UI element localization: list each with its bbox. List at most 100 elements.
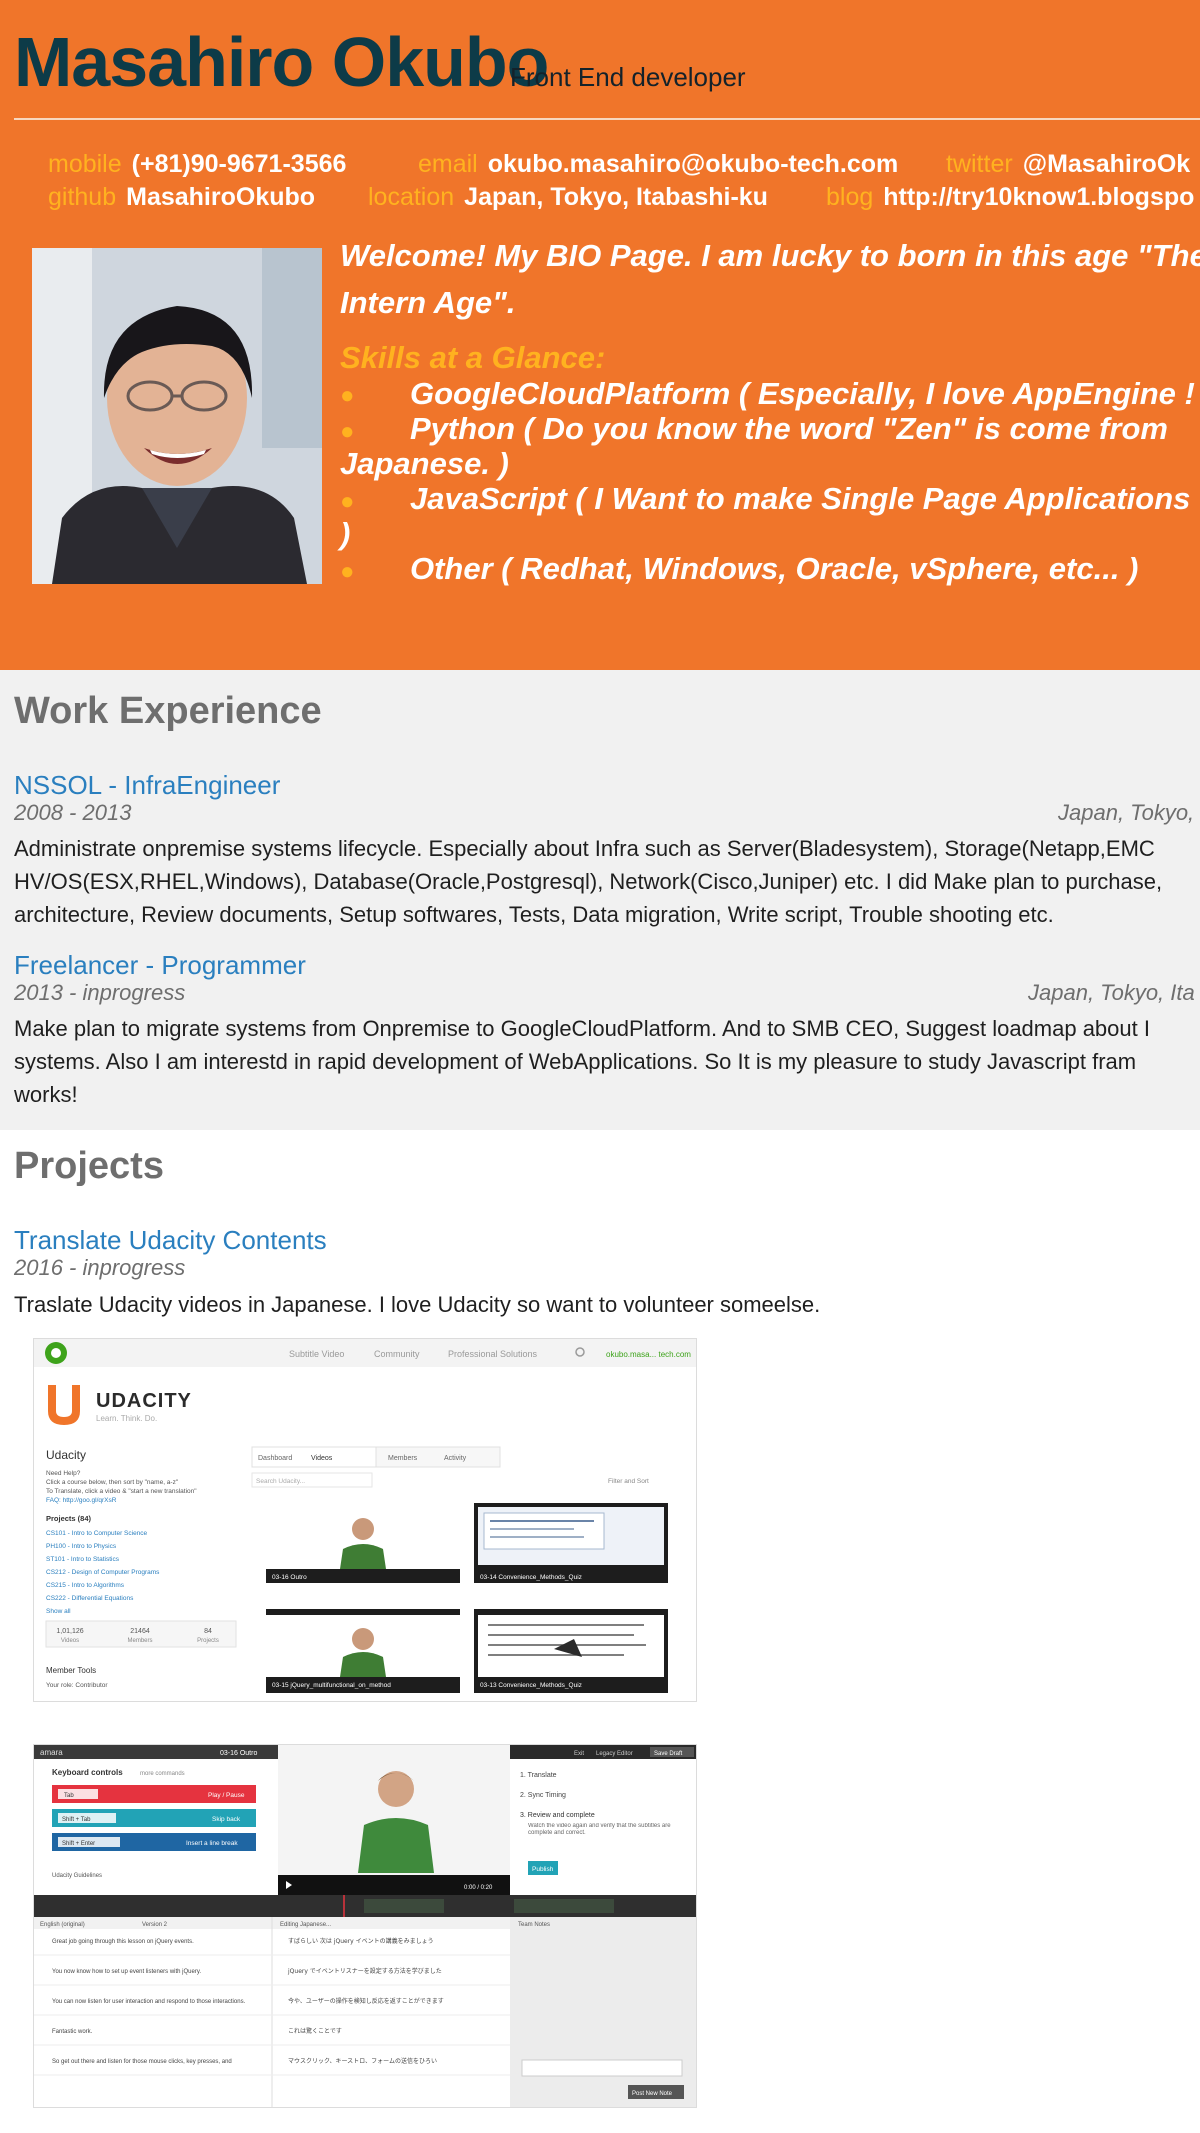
review-instructions: Watch the video again and verify that th…: [528, 1823, 671, 1836]
course-link: CS222 - Differential Equations: [46, 1595, 134, 1602]
github-link[interactable]: MasahiroOkubo: [126, 183, 315, 211]
filter-dropdown: Filter and Sort: [608, 1478, 649, 1485]
svg-text:You now know how to set up eve: You now know how to set up event listene…: [52, 1969, 201, 1975]
search-input: Search Udacity...: [256, 1478, 305, 1485]
job-description: Make plan to migrate systems from Onprem…: [14, 1012, 1200, 1111]
svg-text:Legacy Editor: Legacy Editor: [596, 1751, 633, 1757]
amara-editor-screenshot[interactable]: amara 03-16 Outro Keyboard controls more…: [33, 1744, 697, 2108]
publish-button: Publish: [532, 1866, 554, 1873]
twitter-link[interactable]: @MasahiroOk: [1023, 150, 1190, 178]
video-thumb-title: 03-13 Convenience_Methods_Quiz: [480, 1682, 582, 1689]
team-name: Udacity: [46, 1448, 86, 1462]
svg-text:So get out there and listen fo: So get out there and listen for those mo…: [52, 2059, 232, 2065]
svg-text:マウスクリック、キーストロ、フォームの送信をひろい: マウスクリック、キーストロ、フォームの送信をひろい: [288, 2057, 437, 2065]
udacity-team-screenshot[interactable]: Subtitle Video Community Professional So…: [33, 1338, 697, 1702]
svg-text:これは驚くことです: これは驚くことです: [288, 2027, 342, 2035]
svg-text:Insert a line break: Insert a line break: [186, 1840, 238, 1847]
course-link: PH100 - Intro to Physics: [46, 1543, 117, 1550]
screenshot-canvas: amara 03-16 Outro Keyboard controls more…: [34, 1745, 696, 2107]
svg-text:すばらしい 次は jQuery イベントの講義をみましょう: すばらしい 次は jQuery イベントの講義をみましょう: [288, 1937, 434, 1945]
svg-text:84: 84: [204, 1628, 212, 1635]
svg-text:Play / Pause: Play / Pause: [208, 1792, 245, 1799]
tab-members: Members: [388, 1455, 418, 1462]
skill-item: JavaScript ( I Want to make Single Page …: [410, 481, 1191, 516]
course-link: CS101 - Intro to Computer Science: [46, 1530, 148, 1537]
tab-dashboard: Dashboard: [258, 1455, 292, 1462]
svg-text:Click a course below, then sor: Click a course below, then sort by "name…: [46, 1479, 179, 1486]
save-draft-button: Save Draft: [654, 1751, 683, 1757]
project-description: Traslate Udacity videos in Japanese. I l…: [14, 1292, 821, 1317]
desc-line: HV/OS(ESX,RHEL,Windows), Database(Oracle…: [14, 869, 1163, 894]
desc-line: Make plan to migrate systems from Onprem…: [14, 1016, 1150, 1041]
job-dates: 2013 - inprogress: [14, 980, 186, 1005]
bullet-icon: ●: [340, 418, 355, 445]
svg-text:1. Translate: 1. Translate: [520, 1772, 557, 1779]
tab-videos: Videos: [311, 1455, 333, 1462]
svg-text:1,01,126: 1,01,126: [56, 1628, 83, 1635]
blog-link[interactable]: http://try10know1.blogspo: [883, 183, 1194, 211]
skill-item: Other ( Redhat, Windows, Oracle, vSphere…: [410, 551, 1139, 586]
svg-text:Udacity Guidelines: Udacity Guidelines: [52, 1873, 102, 1879]
svg-text:今や、ユーザーの操作を検知し反応を返すことができます: 今や、ユーザーの操作を検知し反応を返すことができます: [288, 1997, 444, 2005]
svg-text:Great job going through this l: Great job going through this lesson on j…: [52, 1939, 194, 1945]
job-title-link[interactable]: NSSOL - InfraEngineer: [14, 770, 280, 801]
person-name: Masahiro Okubo: [14, 23, 549, 101]
job-description: Administrate onpremise systems lifecycle…: [14, 832, 1200, 931]
svg-text:0:00 / 0:20: 0:00 / 0:20: [464, 1885, 493, 1891]
profile-photo: [32, 248, 322, 584]
svg-text:Projects: Projects: [197, 1638, 219, 1644]
bio-text: Welcome! My BIO Page. I am lucky to born…: [340, 238, 1200, 320]
video-thumb-title: 03-15 jQuery_multifunctional_on_method: [272, 1682, 391, 1689]
bullet-icon: ●: [340, 382, 355, 409]
svg-text:Your role: Contributor: Your role: Contributor: [46, 1682, 108, 1689]
svg-text:Member Tools: Member Tools: [46, 1666, 96, 1675]
svg-text:2. Sync Timing: 2. Sync Timing: [520, 1792, 566, 1799]
job-location: Japan, Tokyo,: [1058, 800, 1195, 825]
nav-link: Community: [374, 1349, 420, 1359]
contact-blog: blog http://try10know1.blogspo: [826, 183, 1194, 212]
amara-logo: amara: [40, 1748, 63, 1757]
mobile-value[interactable]: (+81)90-9671-3566: [132, 150, 347, 178]
svg-text:Team Notes: Team Notes: [518, 1922, 550, 1928]
brand-tagline: Learn. Think. Do.: [96, 1414, 157, 1423]
svg-text:3. Review and complete: 3. Review and complete: [520, 1812, 595, 1819]
project-dates: 2016 - inprogress: [14, 1255, 186, 1280]
job-role: Front End developer: [510, 62, 746, 92]
video-thumb-title: 03-16 Outro: [272, 1574, 307, 1581]
svg-text:Projects (84): Projects (84): [46, 1514, 92, 1523]
header-divider: [14, 118, 1200, 120]
svg-text:You can now listen for user in: You can now listen for user interaction …: [52, 1999, 246, 2005]
contact-twitter: twitter @MasahiroOk: [946, 150, 1190, 179]
svg-text:more commands: more commands: [140, 1771, 185, 1777]
desc-line: works!: [14, 1082, 78, 1107]
desc-line: architecture, Review documents, Setup so…: [14, 902, 1054, 927]
skills-heading: Skills at a Glance:: [340, 340, 606, 375]
skill-item-cont: Japanese. ): [340, 446, 509, 481]
contact-label: twitter: [946, 150, 1013, 178]
svg-text:English (original): English (original): [40, 1922, 85, 1928]
svg-text:Members: Members: [127, 1638, 152, 1644]
screenshot-canvas: Subtitle Video Community Professional So…: [34, 1339, 696, 1693]
desc-line: systems. Also I am interestd in rapid de…: [14, 1049, 1137, 1074]
section-title: Projects: [14, 1145, 164, 1187]
location-value: Japan, Tokyo, Itabashi-ku: [464, 183, 768, 211]
svg-text:Keyboard controls: Keyboard controls: [52, 1768, 123, 1777]
svg-text:Fantastic work.: Fantastic work.: [52, 2029, 93, 2035]
job-title-link[interactable]: Freelancer - Programmer: [14, 950, 306, 981]
video-title: 03-16 Outro: [220, 1750, 257, 1757]
email-link[interactable]: okubo.masahiro@okubo-tech.com: [488, 150, 899, 178]
project-title-link[interactable]: Translate Udacity Contents: [14, 1225, 327, 1256]
profile-header: Masahiro Okubo Front End developer mobil…: [0, 0, 1200, 670]
work-experience-section: Work Experience NSSOL - InfraEngineer 20…: [0, 670, 1200, 1130]
post-note-button: Post New Note: [632, 2091, 673, 2097]
svg-text:jQuery でイベントリスナーを設定する方法を学びました: jQuery でイベントリスナーを設定する方法を学びました: [287, 1967, 442, 1975]
svg-text:Version 2: Version 2: [142, 1922, 168, 1928]
contact-github: github MasahiroOkubo: [48, 183, 315, 212]
show-all-link: Show all: [46, 1608, 71, 1615]
contact-label: mobile: [48, 150, 122, 178]
course-link: CS212 - Design of Computer Programs: [46, 1569, 160, 1576]
contact-label: email: [418, 150, 478, 178]
svg-text:21464: 21464: [130, 1628, 150, 1635]
skill-item: GoogleCloudPlatform ( Especially, I love…: [410, 376, 1200, 411]
brand-name: UDACITY: [96, 1390, 192, 1412]
